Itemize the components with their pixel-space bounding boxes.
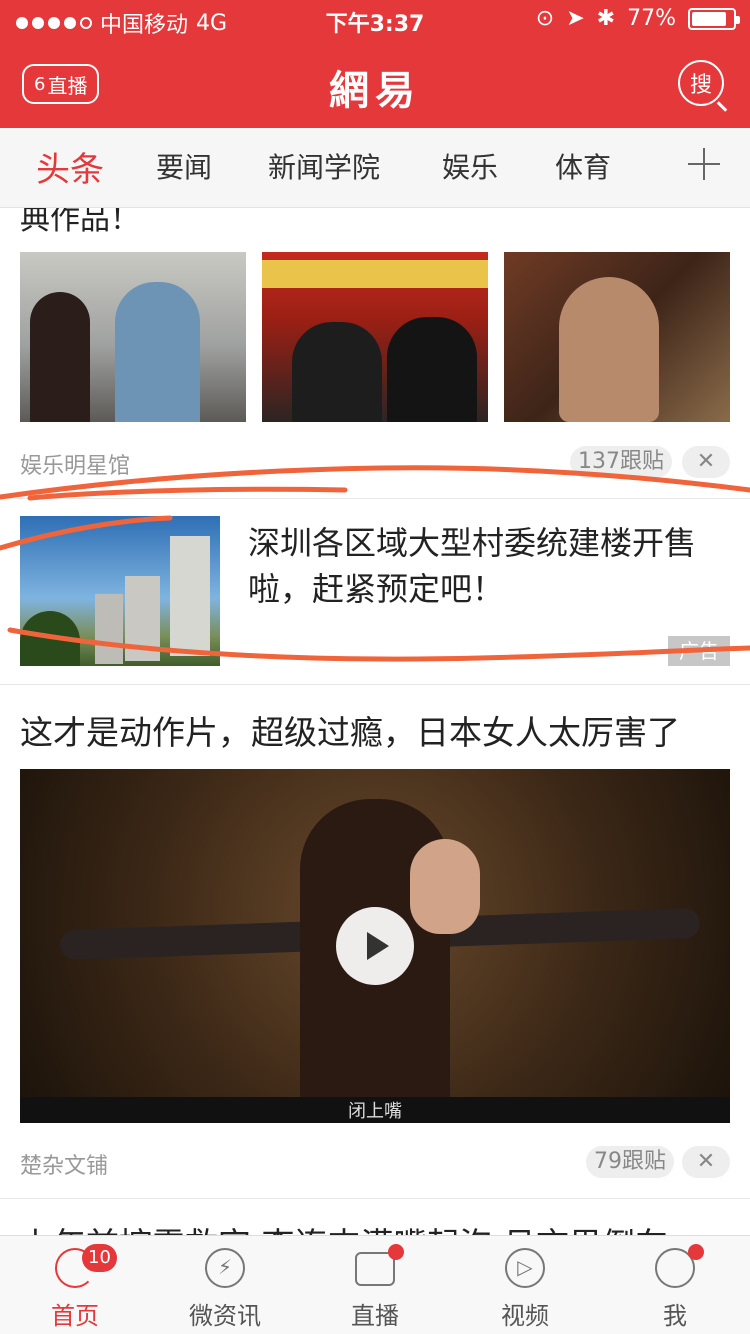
bottom-tab-live[interactable]: 直播 — [300, 1236, 450, 1334]
nav-bar: 6 直播 網易 搜 — [0, 40, 750, 128]
video-thumbnail[interactable]: 闭上嘴 — [20, 769, 730, 1123]
search-button[interactable]: 搜 — [678, 60, 724, 106]
gallery-dismiss-button[interactable]: ✕ — [682, 446, 730, 478]
tab-news[interactable]: 要闻 — [156, 146, 212, 186]
video-comment-count[interactable]: 79跟贴 — [586, 1146, 674, 1178]
channel-tabs: 头条 要闻 新闻学院 娱乐 体育 — [0, 128, 750, 208]
gallery-comment-count[interactable]: 137跟贴 — [570, 446, 672, 478]
divider — [0, 684, 750, 685]
home-badge: 10 — [82, 1244, 117, 1272]
divider — [0, 1198, 750, 1199]
bottom-tab-bar: 10 首页 ⚡ 微资讯 直播 ▷ 视频 我 — [0, 1235, 750, 1334]
video-subtitle: 闭上嘴 — [20, 1097, 730, 1123]
gallery-image-2[interactable] — [262, 252, 488, 422]
battery-icon — [688, 7, 740, 30]
status-right: ⊙ ➤ ✱ 77% — [535, 6, 740, 31]
ad-badge: 广告 — [668, 636, 730, 666]
bottom-tab-me[interactable]: 我 — [600, 1236, 750, 1334]
next-headline[interactable]: 上年前控需救定 李连杰满嘴起泡 吕言男倒车 — [20, 1218, 668, 1235]
tab-headlines[interactable]: 头条 — [36, 142, 104, 191]
bottom-tab-label: 视频 — [501, 1302, 549, 1330]
tab-entertainment[interactable]: 娱乐 — [442, 146, 498, 186]
me-badge-dot — [688, 1244, 704, 1260]
top-bar: 中国移动 4G 下午3:37 ⊙ ➤ ✱ 77% 6 直播 網易 搜 — [0, 0, 750, 128]
tab-news-academy[interactable]: 新闻学院 — [268, 146, 380, 186]
news-feed[interactable]: 典作品！ 娱乐明星馆 137跟贴 ✕ 深圳各区域大型村委统建楼开售啦，赶紧预定吧… — [0, 208, 750, 1235]
gallery-source: 娱乐明星馆 — [20, 454, 131, 479]
rotation-lock-icon: ⊙ — [535, 6, 555, 31]
add-channel-icon[interactable] — [688, 148, 720, 180]
bluetooth-icon: ✱ — [596, 6, 616, 31]
bottom-tab-label: 我 — [663, 1302, 687, 1330]
bottom-tab-label: 直播 — [351, 1302, 399, 1330]
battery-percent: 77% — [627, 6, 676, 31]
divider — [0, 498, 750, 499]
search-label: 搜 — [689, 73, 712, 98]
live-badge-dot — [388, 1244, 404, 1260]
status-bar: 中国移动 4G 下午3:37 ⊙ ➤ ✱ 77% — [0, 0, 750, 40]
bottom-tab-video[interactable]: ▷ 视频 — [450, 1236, 600, 1334]
gallery-image-3[interactable] — [504, 252, 730, 422]
bottom-tab-label: 微资讯 — [189, 1302, 261, 1330]
ad-title[interactable]: 深圳各区域大型村委统建楼开售啦，赶紧预定吧！ — [248, 520, 718, 612]
bottom-tab-home[interactable]: 10 首页 — [0, 1236, 150, 1334]
ad-image[interactable] — [20, 516, 220, 666]
app-logo: 網易 — [329, 67, 421, 114]
tab-sports[interactable]: 体育 — [555, 146, 611, 186]
location-icon: ➤ — [566, 6, 585, 31]
partial-headline[interactable]: 典作品！ — [20, 208, 140, 238]
video-headline[interactable]: 这才是动作片，超级过瘾，日本女人太厉害了 — [20, 706, 680, 754]
video-source: 楚杂文铺 — [20, 1154, 109, 1179]
video-dismiss-button[interactable]: ✕ — [682, 1146, 730, 1178]
play-icon[interactable] — [336, 907, 414, 985]
bottom-tab-micro-news[interactable]: ⚡ 微资讯 — [150, 1236, 300, 1334]
gallery-image-1[interactable] — [20, 252, 246, 422]
bottom-tab-label: 首页 — [51, 1302, 99, 1330]
